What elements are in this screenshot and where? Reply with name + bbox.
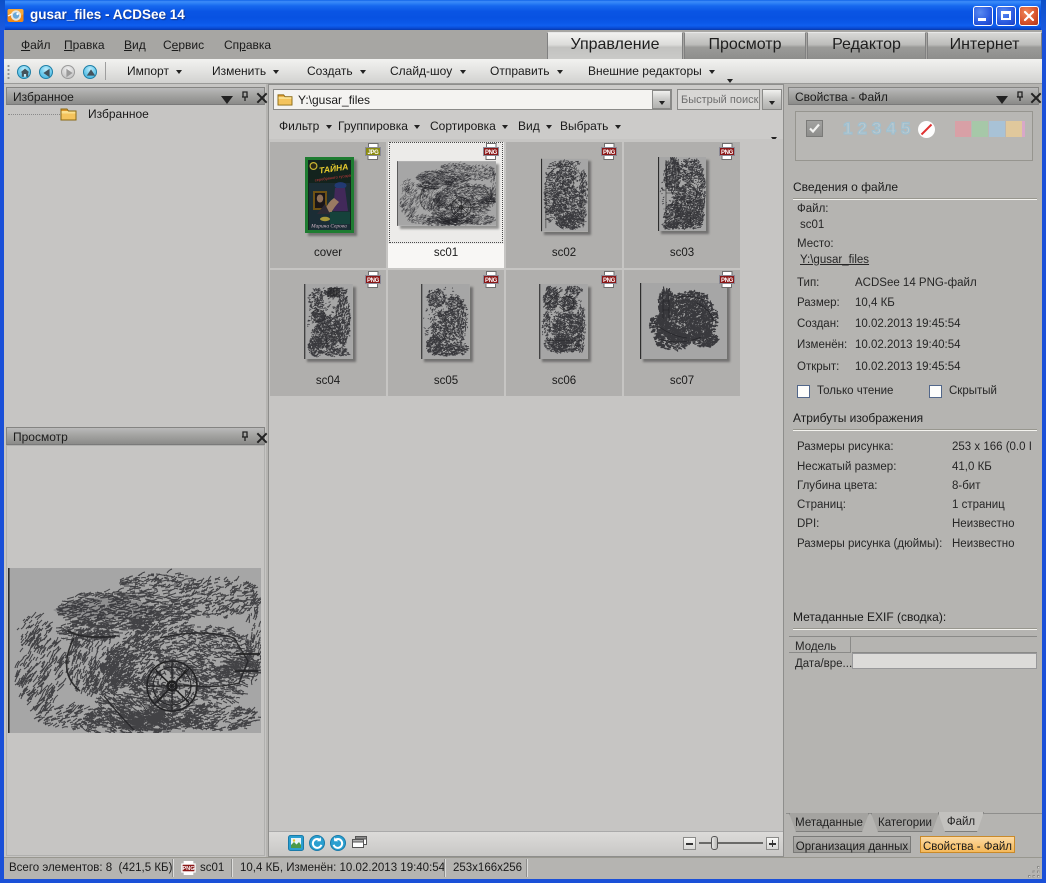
svg-text:PNG: PNG [603,150,616,156]
svg-text:PNG: PNG [182,866,195,872]
svg-text:PNG: PNG [367,278,380,284]
svg-text:PNG: PNG [485,278,498,284]
svg-text:PNG: PNG [721,150,734,156]
svg-text:PNG: PNG [603,278,616,284]
svg-text:PNG: PNG [721,278,734,284]
svg-text:PNG: PNG [485,150,498,156]
svg-text:Марина Серова: Марина Серова [310,224,347,230]
svg-text:JPG: JPG [367,150,379,156]
